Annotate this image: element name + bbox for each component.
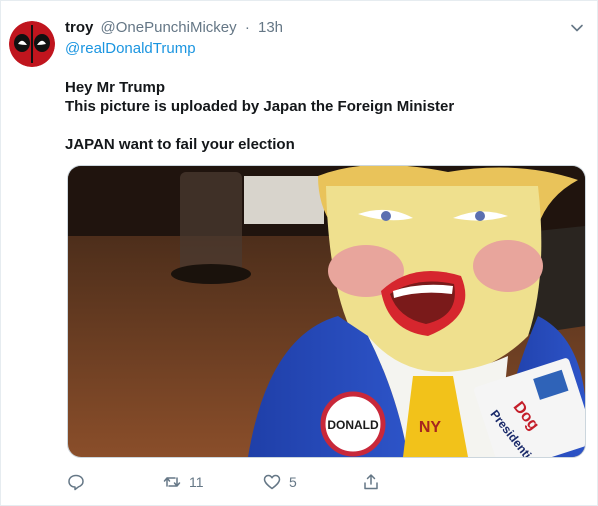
tweet-line: JAPAN want to fail your election <box>65 136 295 153</box>
share-icon <box>364 474 378 490</box>
tweet-header: troy @OnePunchiMickey · 13h <box>65 18 283 38</box>
timestamp[interactable]: 13h <box>258 19 283 36</box>
tweet-card[interactable]: troy @OnePunchiMickey · 13h @realDonaldT… <box>0 0 598 506</box>
tweet-line: Hey Mr Trump <box>65 79 166 96</box>
display-name[interactable]: troy <box>65 19 93 36</box>
like-count: 5 <box>289 474 297 490</box>
reply-icon <box>68 474 84 491</box>
retweet-count: 11 <box>189 474 204 490</box>
chevron-down-icon[interactable] <box>570 21 584 35</box>
like-button[interactable]: 5 <box>263 471 297 493</box>
avatar[interactable] <box>9 21 55 67</box>
retweet-button[interactable]: 11 <box>163 471 204 493</box>
mention-link[interactable]: @realDonaldTrump <box>65 40 196 57</box>
tweet-actions: 11 5 <box>65 471 395 495</box>
badge-text: DONALD <box>327 418 379 432</box>
tweet-line: This picture is uploaded by Japan the Fo… <box>65 98 455 115</box>
reply-button[interactable] <box>67 471 85 493</box>
tweet-image[interactable]: DONALD NY Presidential Dog <box>67 165 586 458</box>
tie-text: NY <box>419 419 442 436</box>
user-handle[interactable]: @OnePunchiMickey <box>101 19 237 36</box>
tweet-text: Hey Mr Trump This picture is uploaded by… <box>65 78 454 154</box>
retweet-icon <box>163 477 181 487</box>
share-button[interactable] <box>362 471 380 493</box>
separator: · <box>244 19 250 36</box>
heart-icon <box>263 474 281 490</box>
